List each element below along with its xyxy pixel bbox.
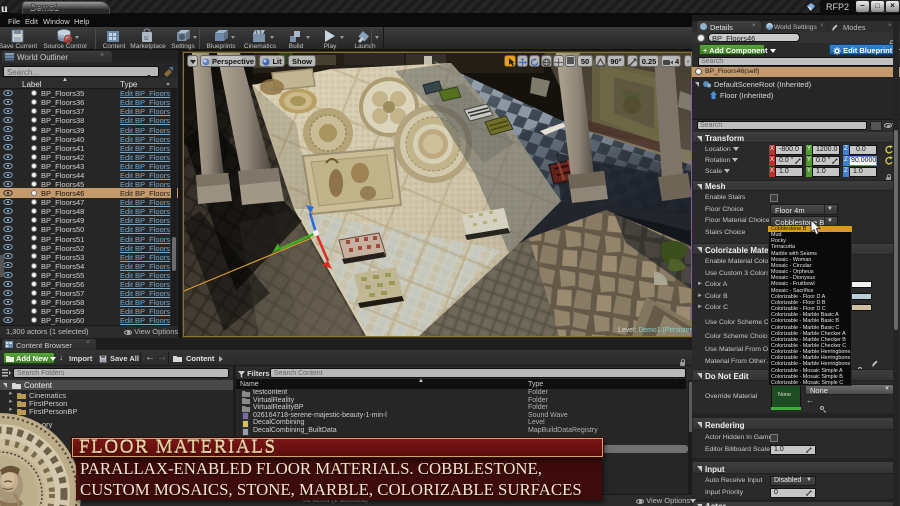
svg-text:u: u bbox=[144, 33, 148, 42]
